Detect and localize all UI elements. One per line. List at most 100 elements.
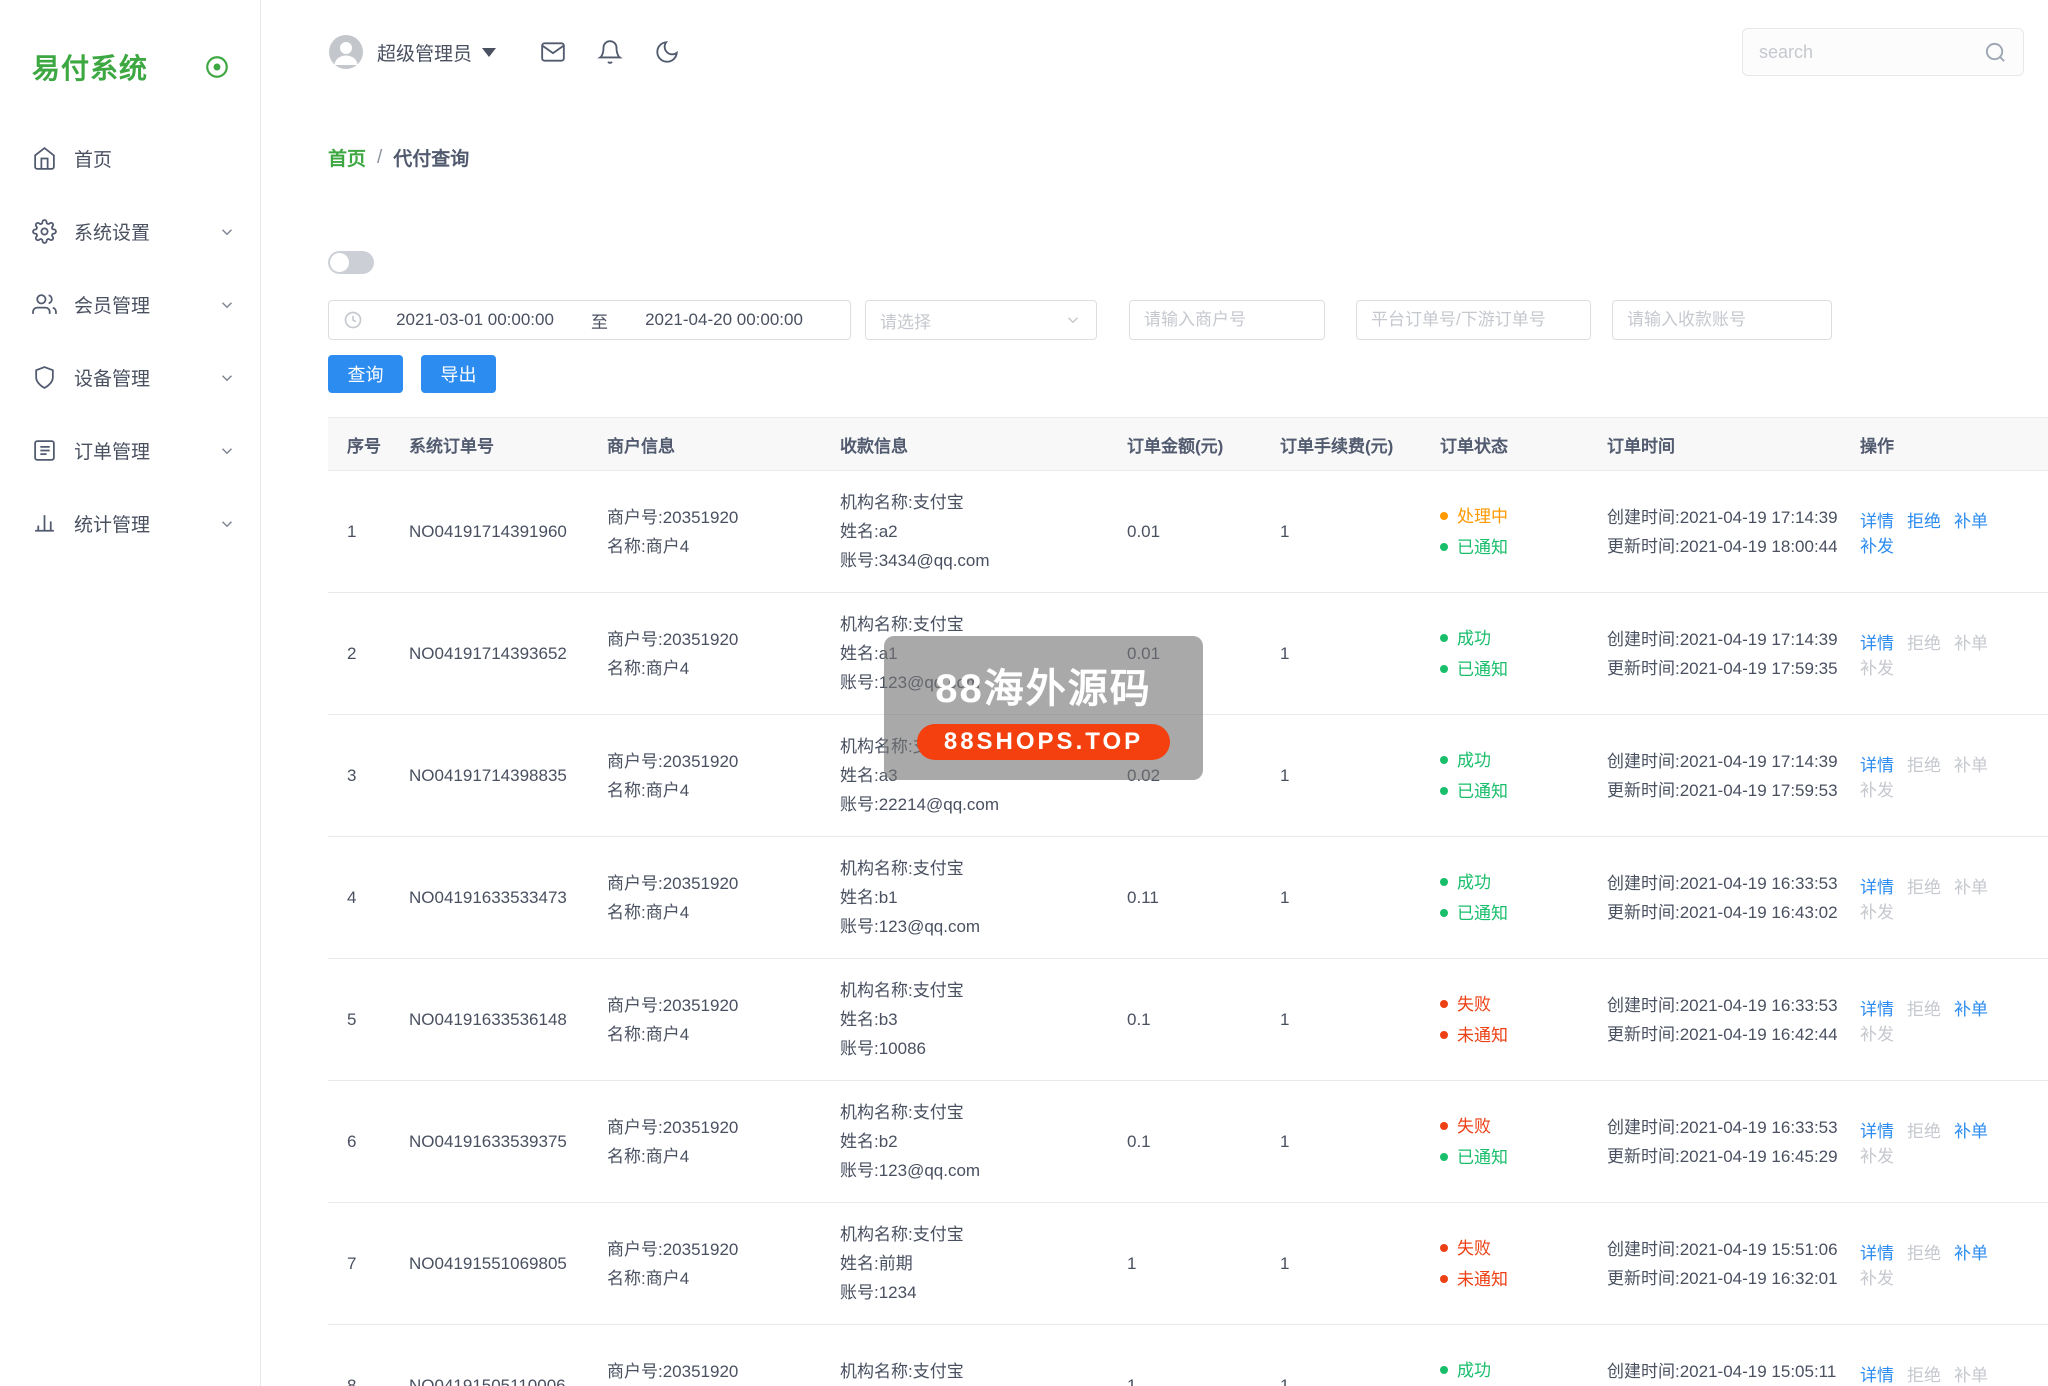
order-no-input[interactable]	[1356, 300, 1591, 340]
payee-account-input[interactable]	[1612, 300, 1832, 340]
status-label: 未通知	[1457, 1020, 1508, 1051]
action-link[interactable]: 详情	[1860, 1122, 1894, 1141]
cell-payee-info: 机构名称:支付宝姓名:b1账号:123@qq.com	[821, 837, 1108, 959]
action-link[interactable]: 补单	[1954, 756, 1988, 775]
action-link[interactable]: 补发	[1860, 1147, 1894, 1166]
merchant-no-input[interactable]	[1129, 300, 1325, 340]
action-link[interactable]: 补单	[1954, 512, 1988, 531]
action-link[interactable]: 补发	[1860, 659, 1894, 678]
cell-payee-info: 机构名称:支付宝姓名:前期账号:1234	[821, 1203, 1108, 1325]
cell-order-no: NO04191714398835	[390, 715, 588, 837]
table-row: 4 NO04191633533473 商户号:20351920名称:商户4 机构…	[328, 837, 2048, 959]
action-link[interactable]: 补发	[1860, 903, 1894, 922]
list-icon	[32, 438, 57, 463]
cell-seq: 8	[328, 1325, 390, 1386]
button-row: 查询 导出	[328, 355, 2024, 393]
status-select[interactable]: 请选择	[865, 300, 1097, 340]
status-dot	[1440, 909, 1448, 917]
search-input[interactable]	[1759, 42, 1984, 63]
order-table-header: 序号 系统订单号 商户信息 收款信息 订单金额(元) 订单手续费(元) 订单状态…	[328, 418, 2048, 471]
sidebar-item-device-management[interactable]: 设备管理	[0, 341, 260, 414]
action-link[interactable]: 详情	[1860, 756, 1894, 775]
cell-order-no: NO04191714391960	[390, 471, 588, 593]
sidebar-collapse-button[interactable]	[204, 54, 230, 80]
sidebar-item-label: 统计管理	[74, 510, 218, 537]
cell-payee-info: 机构名称:支付宝姓名:b3账号:10086	[821, 959, 1108, 1081]
cell-seq: 4	[328, 837, 390, 959]
avatar	[328, 34, 364, 70]
cell-merchant-info: 商户号:20351920名称:商户4	[588, 1325, 821, 1386]
action-link[interactable]: 补单	[1954, 1122, 1988, 1141]
action-link[interactable]: 拒绝	[1907, 512, 1941, 531]
cell-merchant-info: 商户号:20351920名称:商户4	[588, 959, 821, 1081]
cell-seq: 2	[328, 593, 390, 715]
mail-icon[interactable]	[540, 39, 566, 65]
app-root: 易付系统 首页 系统设置	[0, 0, 2048, 1386]
cell-status: 处理中已通知	[1421, 471, 1588, 593]
action-link[interactable]: 补单	[1954, 1244, 1988, 1263]
action-link[interactable]: 详情	[1860, 634, 1894, 653]
table-row: 5 NO04191633536148 商户号:20351920名称:商户4 机构…	[328, 959, 2048, 1081]
action-link[interactable]: 补单	[1954, 634, 1988, 653]
action-link[interactable]: 拒绝	[1907, 634, 1941, 653]
action-link[interactable]: 详情	[1860, 1244, 1894, 1263]
date-start-value: 2021-03-01 00:00:00	[363, 310, 587, 330]
cell-actions: 详情拒绝补单补发	[1841, 1325, 2048, 1386]
sidebar-item-order-management[interactable]: 订单管理	[0, 414, 260, 487]
action-link[interactable]: 补发	[1860, 781, 1894, 800]
cell-order-no: NO04191633539375	[390, 1081, 588, 1203]
status-label: 已通知	[1457, 532, 1508, 563]
sidebar-item-label: 首页	[74, 145, 236, 172]
status-label: 成功	[1457, 1355, 1491, 1386]
action-link[interactable]: 补发	[1860, 537, 1894, 556]
shield-icon	[32, 365, 57, 390]
search-icon[interactable]	[1984, 41, 2007, 64]
sidebar-item-home[interactable]: 首页	[0, 122, 260, 195]
action-link[interactable]: 拒绝	[1907, 756, 1941, 775]
clock-icon	[343, 310, 363, 330]
user-menu[interactable]: 超级管理员	[328, 34, 496, 70]
sidebar-item-statistics-management[interactable]: 统计管理	[0, 487, 260, 560]
action-link[interactable]: 补单	[1954, 1366, 1988, 1385]
moon-icon[interactable]	[654, 39, 680, 65]
action-link[interactable]: 补发	[1860, 1269, 1894, 1288]
status-dot	[1440, 543, 1448, 551]
query-button[interactable]: 查询	[328, 355, 403, 393]
action-link[interactable]: 补发	[1860, 1025, 1894, 1044]
chevron-down-icon	[218, 223, 236, 241]
action-link[interactable]: 详情	[1860, 512, 1894, 531]
action-link[interactable]: 详情	[1860, 878, 1894, 897]
cell-fee: 1	[1261, 959, 1421, 1081]
filter-toggle[interactable]	[328, 251, 374, 274]
cell-time: 创建时间:2021-04-19 15:05:11更新时间:2021-04-19 …	[1588, 1325, 1841, 1386]
order-table-body: 1 NO04191714391960 商户号:20351920名称:商户4 机构…	[328, 471, 2048, 1386]
sidebar-item-label: 订单管理	[74, 437, 218, 464]
sidebar-item-member-management[interactable]: 会员管理	[0, 268, 260, 341]
action-link[interactable]: 拒绝	[1907, 1366, 1941, 1385]
cell-amount: 1	[1108, 1203, 1261, 1325]
cell-fee: 1	[1261, 593, 1421, 715]
column-header-amount: 订单金额(元)	[1108, 418, 1261, 471]
gear-icon	[32, 219, 57, 244]
action-link[interactable]: 补单	[1954, 1000, 1988, 1019]
users-icon	[32, 292, 57, 317]
action-link[interactable]: 详情	[1860, 1366, 1894, 1385]
breadcrumb-home-link[interactable]: 首页	[328, 144, 366, 171]
cell-amount: 0.1	[1108, 959, 1261, 1081]
bell-icon[interactable]	[597, 39, 623, 65]
action-link[interactable]: 拒绝	[1907, 878, 1941, 897]
action-link[interactable]: 详情	[1860, 1000, 1894, 1019]
cell-amount: 1	[1108, 1325, 1261, 1386]
cell-status: 失败未通知	[1421, 1203, 1588, 1325]
action-link[interactable]: 补单	[1954, 878, 1988, 897]
export-button[interactable]: 导出	[421, 355, 496, 393]
sidebar-item-system-settings[interactable]: 系统设置	[0, 195, 260, 268]
action-link[interactable]: 拒绝	[1907, 1122, 1941, 1141]
cell-amount: 0.01	[1108, 471, 1261, 593]
action-link[interactable]: 拒绝	[1907, 1000, 1941, 1019]
date-range-picker[interactable]: 2021-03-01 00:00:00 至 2021-04-20 00:00:0…	[328, 300, 851, 340]
cell-seq: 3	[328, 715, 390, 837]
status-label: 失败	[1457, 1111, 1491, 1142]
cell-actions: 详情拒绝补单补发	[1841, 593, 2048, 715]
action-link[interactable]: 拒绝	[1907, 1244, 1941, 1263]
